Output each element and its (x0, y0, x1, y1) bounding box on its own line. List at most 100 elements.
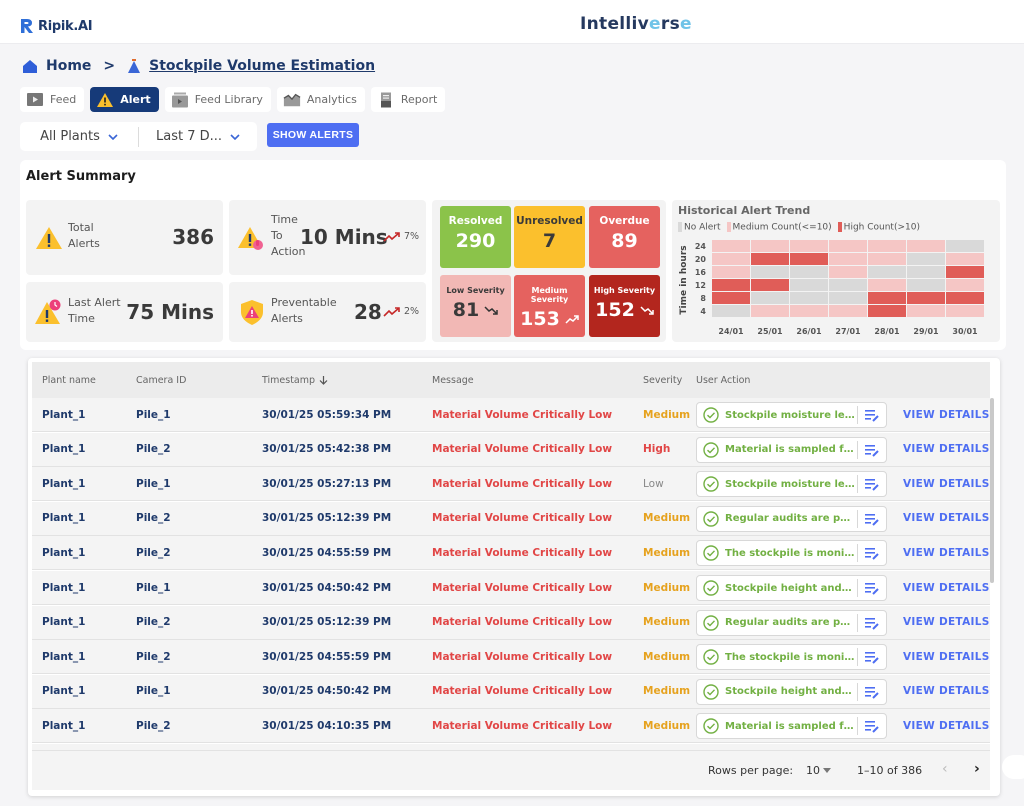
tab-label: Feed Library (194, 93, 263, 106)
user-action-field[interactable]: The stockpile is monito... (696, 644, 887, 671)
user-action-field[interactable]: Regular audits are per... (696, 505, 887, 532)
previous-page-button[interactable]: ‹ (942, 761, 948, 777)
divider (857, 544, 858, 563)
kpi-last-alert-time: Last Alert Time 75 Mins (26, 282, 223, 342)
document-icon (380, 92, 391, 107)
user-action-field[interactable]: The stockpile is monito... (696, 540, 887, 567)
edit-notes-icon[interactable] (864, 546, 880, 561)
status-overdue[interactable]: Overdue 89 (589, 206, 660, 268)
header-timestamp-label: Timestamp (262, 374, 316, 386)
y-tick-label: 20 (695, 255, 707, 264)
edit-notes-icon[interactable] (864, 477, 880, 491)
severity-value: 153 (520, 308, 560, 330)
edit-notes-icon[interactable] (864, 408, 880, 422)
area-chart-icon (283, 93, 301, 106)
user-action-field[interactable]: Stockpile height and v... (696, 575, 887, 601)
heatmap-cell (868, 240, 906, 252)
breadcrumb-separator: > (103, 58, 116, 74)
table-row[interactable]: Plant_1 Pile_2 30/01/25 04:55:59 PM Materia… (32, 640, 990, 675)
kpi-value: 28 (354, 300, 382, 324)
date-range-dropdown[interactable]: Last 7 D... (138, 126, 257, 147)
tab-report[interactable]: Report (370, 87, 446, 112)
ripik-logo[interactable]: Ripik.AI (20, 18, 93, 34)
cell-plant-name: Plant_1 (42, 616, 86, 629)
cell-severity: Low (643, 477, 664, 490)
edit-notes-icon[interactable] (864, 443, 880, 457)
cell-timestamp: 30/01/25 04:55:59 PM (262, 650, 392, 663)
table-row[interactable]: Plant_1 Pile_2 30/01/25 05:42:38 PM Materia… (32, 432, 990, 467)
table-row[interactable]: Plant_1 Pile_1 30/01/25 05:27:13 PM Materia… (32, 467, 990, 502)
edit-notes-icon[interactable] (864, 650, 880, 664)
view-details-link[interactable]: VIEW DETAILS (903, 443, 990, 455)
view-details-link[interactable]: VIEW DETAILS (903, 478, 990, 490)
tab-feed-library[interactable]: Feed Library (164, 87, 271, 112)
edit-notes-icon[interactable] (864, 581, 880, 595)
header-timestamp[interactable]: Timestamp (262, 375, 328, 386)
user-action-field[interactable]: Stockpile height and v... (696, 678, 887, 705)
severity-value-row: 153 (514, 308, 585, 330)
kpi-trend: 7% (383, 231, 419, 242)
cell-camera-id: Pile_1 (136, 477, 171, 490)
view-details-link[interactable]: VIEW DETAILS (903, 512, 990, 524)
check-circle-icon (703, 718, 719, 735)
view-details-link[interactable]: VIEW DETAILS (903, 685, 990, 697)
trend-down-icon (640, 305, 654, 315)
next-page-button[interactable]: › (974, 761, 980, 777)
divider (857, 682, 858, 701)
view-details-link[interactable]: VIEW DETAILS (903, 409, 990, 421)
table-row[interactable]: Plant_1 Pile_2 30/01/25 05:12:39 PM Materia… (32, 501, 990, 536)
breadcrumb-home[interactable]: Home (46, 58, 91, 74)
table-row[interactable]: Plant_1 Pile_2 30/01/25 04:10:35 PM Materia… (32, 709, 990, 744)
user-action-field[interactable]: Stockpile moisture lev... (696, 402, 887, 428)
y-tick-label: 12 (695, 281, 706, 290)
view-details-link[interactable]: VIEW DETAILS (903, 720, 990, 732)
status-resolved[interactable]: Resolved 290 (440, 206, 511, 268)
severity-low[interactable]: Low Severity 81 (440, 275, 511, 337)
view-details-link[interactable]: VIEW DETAILS (903, 582, 990, 594)
divider (857, 509, 858, 528)
user-action-field[interactable]: Material is sampled fro... (696, 436, 887, 463)
severity-high[interactable]: High Severity 152 (589, 275, 660, 337)
user-action-field[interactable]: Material is sampled fro... (696, 713, 887, 740)
table-row[interactable]: Plant_1 Pile_2 30/01/25 05:12:39 PM Materia… (32, 605, 990, 640)
edit-notes-icon[interactable] (864, 512, 880, 526)
view-details-link[interactable]: VIEW DETAILS (903, 616, 990, 628)
rows-per-page-select[interactable]: 10 (806, 764, 831, 777)
y-tick-label: 8 (700, 294, 706, 303)
user-action-text: Stockpile moisture lev... (725, 478, 855, 490)
status-label: Overdue (599, 215, 650, 227)
severity-value: 152 (595, 299, 635, 321)
header-user-action[interactable]: User Action (696, 375, 750, 386)
view-details-link[interactable]: VIEW DETAILS (903, 547, 990, 559)
edit-notes-icon[interactable] (864, 719, 880, 734)
edit-notes-icon[interactable] (864, 616, 880, 630)
table-row[interactable]: Plant_1 Pile_2 30/01/25 04:55:59 PM Materia… (32, 536, 990, 571)
side-toggle[interactable] (1002, 755, 1024, 779)
tab-analytics[interactable]: Analytics (276, 87, 365, 112)
header-severity[interactable]: Severity (643, 375, 682, 386)
status-unresolved[interactable]: Unresolved 7 (514, 206, 585, 268)
user-action-field[interactable]: Regular audits are per... (696, 609, 887, 636)
heatmap-cell (790, 253, 828, 265)
heatmap-cell (712, 292, 750, 304)
brand-text: Intelliv (580, 14, 650, 34)
table-row[interactable]: Plant_1 Pile_1 30/01/25 04:50:42 PM Materia… (32, 571, 990, 605)
show-alerts-button[interactable]: SHOW ALERTS (267, 123, 359, 147)
plant-dropdown[interactable]: All Plants (20, 122, 138, 151)
tab-alert[interactable]: Alert (90, 87, 159, 112)
edit-notes-icon[interactable] (864, 685, 880, 699)
header-plant-name[interactable]: Plant name (42, 375, 96, 386)
table-scrollbar[interactable] (990, 398, 994, 583)
trend-up-icon (565, 314, 579, 324)
breadcrumb-current[interactable]: Stockpile Volume Estimation (149, 58, 375, 74)
cell-severity: Medium (643, 408, 691, 421)
header-camera-id[interactable]: Camera ID (136, 375, 186, 386)
tab-feed[interactable]: Feed (20, 87, 85, 112)
severity-medium[interactable]: Medium Severity 153 (514, 275, 585, 337)
view-details-link[interactable]: VIEW DETAILS (903, 651, 990, 663)
table-row[interactable]: Plant_1 Pile_1 30/01/25 05:59:34 PM Materia… (32, 398, 990, 432)
user-action-field[interactable]: Stockpile moisture lev... (696, 471, 887, 498)
status-label: Resolved (448, 215, 503, 227)
header-message[interactable]: Message (432, 375, 474, 386)
table-row[interactable]: Plant_1 Pile_1 30/01/25 04:50:42 PM Materia… (32, 674, 990, 709)
